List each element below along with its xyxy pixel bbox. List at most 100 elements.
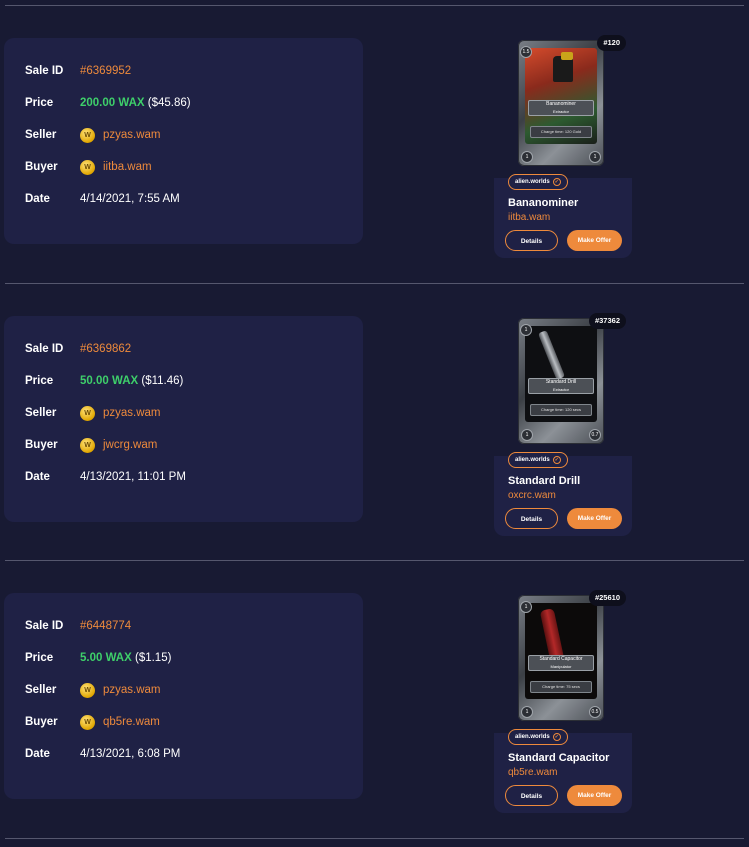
asset-name: Bananominer [508, 197, 579, 209]
card-art-subtitle: Manipulator [550, 664, 572, 669]
card-stat-corner: 0.5 [589, 706, 601, 718]
card-stat-corner: 0.7 [589, 429, 601, 441]
sale-date: 4/14/2021, 7:55 AM [80, 193, 180, 205]
sale-entry: Sale ID #6369952 Price 200.00 WAX ($45.8… [0, 6, 749, 283]
details-button[interactable]: Details [505, 785, 558, 806]
buyer-link[interactable]: iitba.wam [103, 161, 152, 173]
price-row: Price 50.00 WAX ($11.46) [25, 371, 183, 391]
card-art-subtitle: Extractor [552, 387, 569, 392]
price-usd: ($11.46) [141, 375, 184, 387]
price-usd: ($45.86) [147, 97, 191, 109]
sale-info-panel: Sale ID #6369952 Price 200.00 WAX ($45.8… [4, 38, 363, 244]
wax-avatar-icon: W [80, 437, 95, 453]
sale-date: 4/13/2021, 6:08 PM [80, 748, 181, 760]
collection-badge[interactable]: alien.worlds ✓ [508, 174, 568, 190]
collection-name: alien.worlds [515, 457, 550, 463]
card-art-stat: Charge time: 120 secs [530, 404, 592, 416]
asset-owner-link[interactable]: oxcrc.wam [508, 490, 556, 501]
asset-image[interactable]: Bananominer Extractor Charge time: 120 Go… [494, 26, 632, 178]
seller-link[interactable]: pzyas.wam [103, 129, 161, 141]
seller-row: Seller Wpzyas.wam [25, 403, 161, 423]
card-art-subtitle: Extractor [552, 109, 569, 114]
sale-id-label: Sale ID [25, 620, 64, 632]
collection-badge[interactable]: alien.worlds ✓ [508, 452, 568, 468]
make-offer-button[interactable]: Make Offer [567, 508, 622, 529]
asset-owner-link[interactable]: qb5re.wam [508, 767, 557, 778]
collection-name: alien.worlds [515, 734, 550, 740]
buyer-row: Buyer Wqb5re.wam [25, 712, 160, 732]
asset-card[interactable]: Bananominer Extractor Charge time: 120 Go… [494, 26, 632, 258]
sale-date: 4/13/2021, 11:01 PM [80, 471, 186, 483]
asset-image[interactable]: Standard Capacitor Manipulator Charge tim… [494, 581, 632, 733]
sale-id-label: Sale ID [25, 65, 64, 77]
buyer-link[interactable]: jwcrg.wam [103, 439, 157, 451]
wax-avatar-icon: W [80, 714, 95, 730]
date-row: Date 4/13/2021, 11:01 PM [25, 467, 186, 487]
details-button[interactable]: Details [505, 230, 558, 251]
sale-id-row: Sale ID #6369952 [25, 61, 131, 81]
collection-name: alien.worlds [515, 179, 550, 185]
price-row: Price 5.00 WAX ($1.15) [25, 648, 171, 668]
card-frame: Standard Capacitor Manipulator Charge tim… [518, 595, 604, 721]
buyer-label: Buyer [25, 439, 58, 451]
divider [5, 838, 744, 839]
card-stat-corner: 1 [520, 324, 532, 336]
verified-check-icon: ✓ [552, 456, 561, 464]
seller-link[interactable]: pzyas.wam [103, 684, 161, 696]
buyer-row: Buyer Wjwcrg.wam [25, 435, 157, 455]
price-label: Price [25, 97, 54, 109]
mint-number-badge: #120 [597, 35, 626, 51]
buyer-row: Buyer Wiitba.wam [25, 157, 152, 177]
card-art-title: Standard Drill [545, 379, 577, 385]
asset-image[interactable]: Standard Drill Extractor Charge time: 120… [494, 304, 632, 456]
sale-id-row: Sale ID #6369862 [25, 339, 131, 359]
collection-badge[interactable]: alien.worlds ✓ [508, 729, 568, 745]
make-offer-button[interactable]: Make Offer [567, 230, 622, 251]
sale-id-row: Sale ID #6448774 [25, 616, 131, 636]
card-stat-corner: 1 [589, 151, 601, 163]
sale-info-panel: Sale ID #6369862 Price 50.00 WAX ($11.46… [4, 316, 363, 522]
price-wax: 50.00 WAX [80, 375, 139, 387]
seller-row: Seller Wpzyas.wam [25, 125, 161, 145]
date-label: Date [25, 748, 50, 760]
asset-card[interactable]: Standard Drill Extractor Charge time: 120… [494, 304, 632, 536]
buyer-link[interactable]: qb5re.wam [103, 716, 160, 728]
mint-number-badge: #25610 [588, 590, 626, 606]
wax-avatar-icon: W [80, 682, 95, 698]
card-stat-corner: 1 [520, 601, 532, 613]
make-offer-button[interactable]: Make Offer [567, 785, 622, 806]
asset-card[interactable]: Standard Capacitor Manipulator Charge tim… [494, 581, 632, 813]
card-stat-corner: 1.5 [520, 46, 532, 58]
wax-avatar-icon: W [80, 127, 95, 143]
price-label: Price [25, 652, 54, 664]
card-stat-corner: 1 [521, 429, 533, 441]
price-label: Price [25, 375, 54, 387]
card-frame: Bananominer Extractor Charge time: 120 Go… [518, 40, 604, 166]
date-label: Date [25, 193, 50, 205]
sale-id-link[interactable]: #6448774 [80, 620, 131, 632]
details-button[interactable]: Details [505, 508, 558, 529]
seller-label: Seller [25, 407, 57, 419]
verified-check-icon: ✓ [552, 733, 561, 741]
seller-link[interactable]: pzyas.wam [103, 407, 161, 419]
seller-label: Seller [25, 684, 57, 696]
asset-name: Standard Capacitor [508, 752, 610, 764]
verified-check-icon: ✓ [552, 178, 561, 186]
seller-label: Seller [25, 129, 57, 141]
wax-avatar-icon: W [80, 159, 95, 175]
sale-id-link[interactable]: #6369952 [80, 65, 131, 77]
card-art-title: Standard Capacitor [539, 656, 583, 662]
seller-row: Seller Wpzyas.wam [25, 680, 161, 700]
sale-id-link[interactable]: #6369862 [80, 343, 131, 355]
card-frame: Standard Drill Extractor Charge time: 120… [518, 318, 604, 444]
asset-owner-link[interactable]: iitba.wam [508, 212, 550, 223]
sale-entry: Sale ID #6448774 Price 5.00 WAX ($1.15) … [0, 561, 749, 838]
wax-avatar-icon: W [80, 405, 95, 421]
sale-info-panel: Sale ID #6448774 Price 5.00 WAX ($1.15) … [4, 593, 363, 799]
card-art-stat: Charge time: 75 secs [530, 681, 592, 693]
price-row: Price 200.00 WAX ($45.86) [25, 93, 191, 113]
mint-number-badge: #37362 [588, 313, 626, 329]
buyer-label: Buyer [25, 716, 58, 728]
asset-name: Standard Drill [508, 475, 581, 487]
date-row: Date 4/14/2021, 7:55 AM [25, 189, 180, 209]
